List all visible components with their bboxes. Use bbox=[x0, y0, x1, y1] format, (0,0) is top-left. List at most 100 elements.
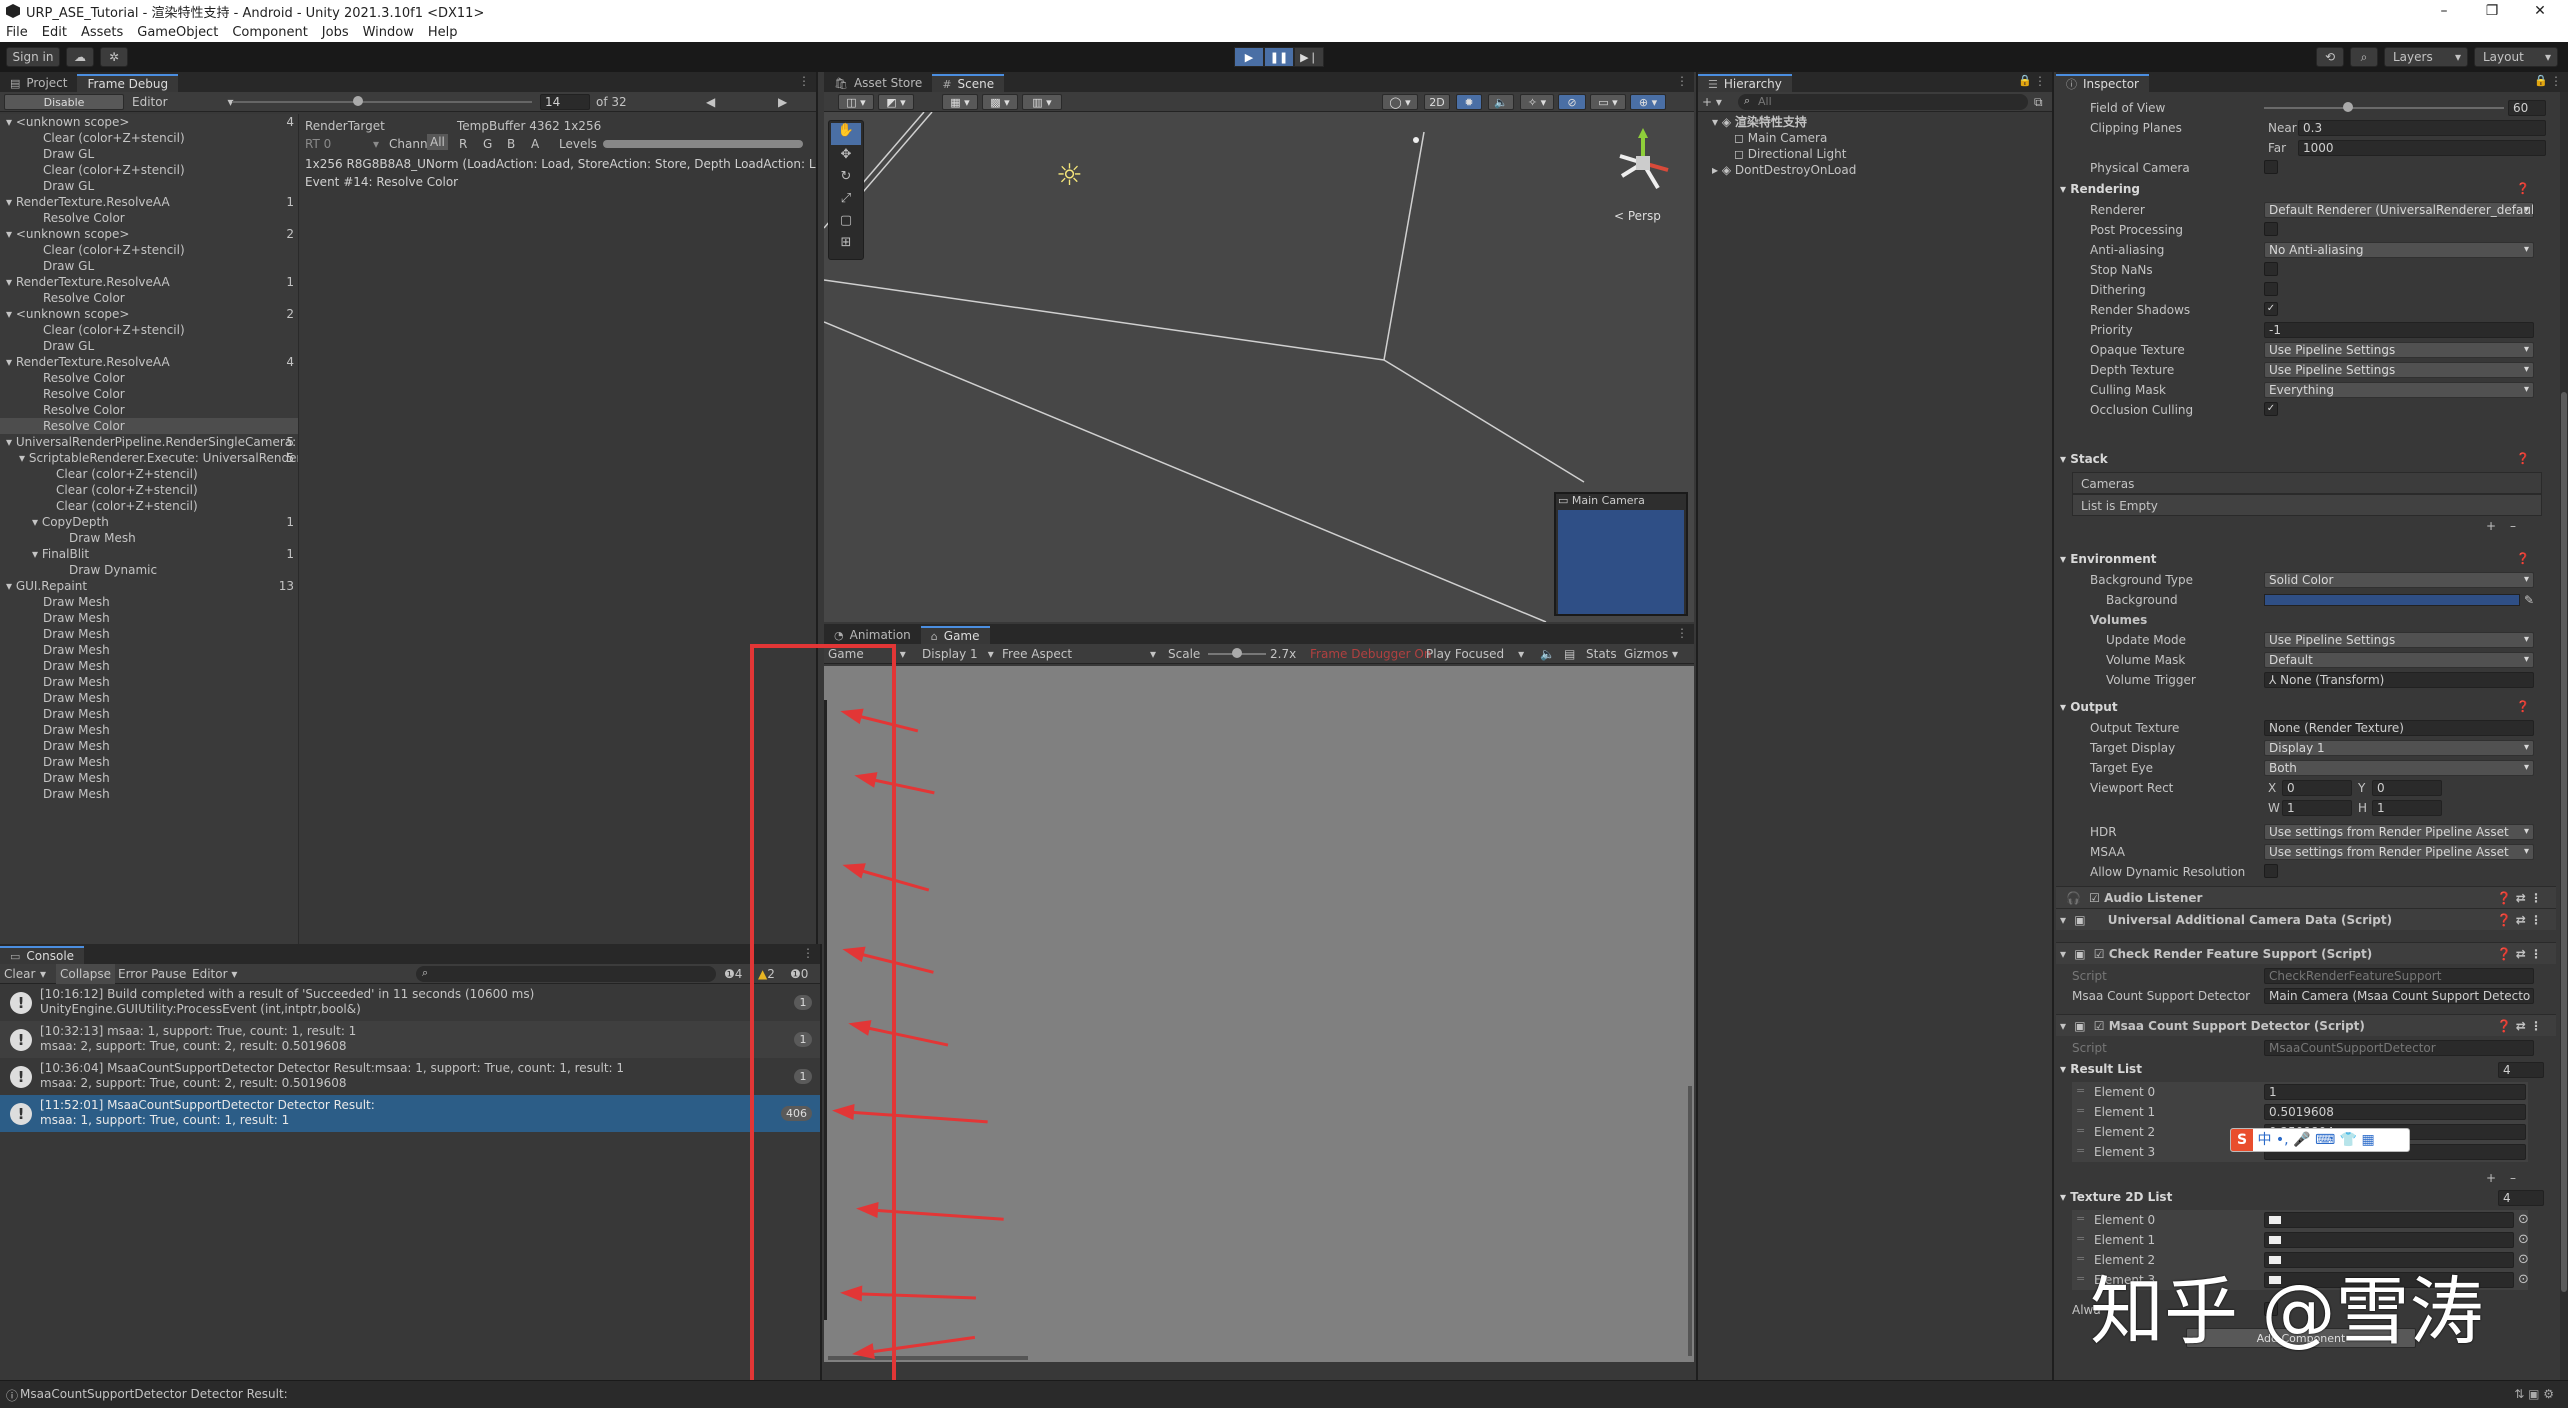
frame-event-row[interactable]: Draw GL bbox=[0, 338, 298, 354]
audio-toggle-icon[interactable]: 🔈 bbox=[1488, 94, 1514, 110]
increment-snap-dropdown[interactable]: ▥ ▾ bbox=[1022, 94, 1062, 110]
rendering-checkbox[interactable]: ✓ bbox=[2264, 402, 2278, 416]
msaa-detector-component[interactable]: ▾ ▣ ☑ Msaa Count Support Detector (Scrip… bbox=[2056, 1014, 2556, 1036]
fov-slider-thumb[interactable] bbox=[2343, 102, 2353, 112]
menu-component[interactable]: Component bbox=[232, 25, 307, 40]
help-icon[interactable]: ❓ bbox=[2516, 452, 2530, 465]
frame-event-row[interactable]: Clear (color+Z+stencil) bbox=[0, 242, 298, 258]
rotate-tool-icon[interactable]: ↻ bbox=[829, 169, 863, 191]
component-enabled-checkbox[interactable]: ☑ bbox=[2094, 1019, 2105, 1033]
persp-label[interactable]: < Persp bbox=[1614, 208, 1661, 224]
hand-tool-icon[interactable]: ✋ bbox=[831, 123, 861, 145]
dynamic-resolution-checkbox[interactable] bbox=[2264, 864, 2278, 878]
panel-menu-icon[interactable]: ⋮ bbox=[1676, 74, 1688, 88]
urp-camera-data-component[interactable]: ▾ ▣ Universal Additional Camera Data (Sc… bbox=[2056, 908, 2556, 930]
menu-window[interactable]: Window bbox=[363, 25, 414, 40]
rendering-checkbox[interactable]: ✓ bbox=[2264, 302, 2278, 316]
chevron-down-icon[interactable]: ▾ bbox=[2060, 182, 2070, 196]
frame-event-row[interactable]: Draw Mesh bbox=[0, 738, 298, 754]
chevron-down-icon[interactable]: ▾ bbox=[2060, 913, 2066, 927]
frame-event-row[interactable]: Draw Mesh bbox=[0, 674, 298, 690]
frame-slider-thumb[interactable] bbox=[353, 96, 363, 106]
update-mode-dropdown[interactable]: Use Pipeline Settings bbox=[2264, 632, 2534, 648]
chevron-down-icon[interactable]: ▾ bbox=[2060, 1190, 2070, 1204]
rendering-checkbox[interactable] bbox=[2264, 262, 2278, 276]
inspector-scrollbar[interactable] bbox=[2560, 92, 2568, 1380]
step-button[interactable]: ▶❘ bbox=[1294, 47, 1324, 67]
frame-event-row[interactable]: Draw GL bbox=[0, 258, 298, 274]
frame-event-row[interactable]: Resolve Color bbox=[0, 386, 298, 402]
menu-help[interactable]: Help bbox=[428, 25, 458, 40]
target-display-dropdown[interactable]: Display 1 bbox=[2264, 740, 2534, 756]
rt-dropdown[interactable]: RT 0 bbox=[305, 136, 331, 152]
create-dropdown[interactable]: + ▾ bbox=[1702, 94, 1722, 110]
sogou-ime-icon[interactable]: S bbox=[2231, 1129, 2253, 1151]
scene-visibility-icon[interactable]: ⧉ bbox=[2034, 94, 2043, 110]
chevron-down-icon[interactable]: ▾ bbox=[2060, 452, 2070, 466]
frame-event-row[interactable]: Resolve Color bbox=[0, 290, 298, 306]
background-color-field[interactable] bbox=[2264, 594, 2520, 606]
hierarchy-item[interactable]: ▾ ◈ 渲染特性支持 bbox=[1712, 114, 1807, 130]
drag-handle-icon[interactable]: = bbox=[2076, 1272, 2085, 1285]
frame-event-row[interactable]: ▾ CopyDepth 1 bbox=[0, 514, 298, 530]
component-menu-icon[interactable]: ❓ ⇄ ⋮ bbox=[2497, 1015, 2542, 1037]
frame-event-row[interactable]: Draw Mesh bbox=[0, 626, 298, 642]
channel-all-button[interactable]: All bbox=[427, 134, 448, 150]
aspect-dropdown[interactable]: Free Aspect ▾ bbox=[1002, 646, 1156, 662]
hierarchy-item[interactable]: ◻ Main Camera bbox=[1734, 130, 1827, 146]
levels-slider[interactable] bbox=[603, 140, 803, 148]
tab-frame-debug[interactable]: Frame Debug bbox=[77, 74, 179, 92]
drag-handle-icon[interactable]: = bbox=[2076, 1124, 2085, 1137]
transform-tool-icon[interactable]: ⊞ bbox=[829, 235, 863, 257]
hierarchy-item[interactable]: ◻ Directional Light bbox=[1734, 146, 1846, 162]
menu-gameobject[interactable]: GameObject bbox=[137, 25, 218, 40]
effects-dropdown[interactable]: ✧ ▾ bbox=[1520, 94, 1554, 110]
drag-handle-icon[interactable]: = bbox=[2076, 1232, 2085, 1245]
next-frame-icon[interactable]: ▶ bbox=[778, 94, 787, 110]
frame-slider-track[interactable] bbox=[232, 101, 532, 103]
maximize-button[interactable]: ❐ bbox=[2468, 0, 2516, 22]
layout-dropdown[interactable]: Layout ▾ bbox=[2474, 47, 2558, 67]
frame-event-row[interactable]: Draw GL bbox=[0, 146, 298, 162]
texture-object-field[interactable] bbox=[2264, 1232, 2514, 1248]
layers-dropdown[interactable]: Layers ▾ bbox=[2384, 47, 2468, 67]
hdr-dropdown[interactable]: Use settings from Render Pipeline Asset bbox=[2264, 824, 2534, 840]
console-log-row[interactable]: ! [11:52:01] MsaaCountSupportDetector Det… bbox=[0, 1095, 820, 1132]
msaa-dropdown[interactable]: Use settings from Render Pipeline Asset bbox=[2264, 844, 2534, 860]
frame-event-row[interactable]: Draw Mesh bbox=[0, 754, 298, 770]
minimize-button[interactable]: – bbox=[2420, 0, 2468, 22]
eyedropper-icon[interactable]: ✎ bbox=[2524, 592, 2534, 608]
tab-console[interactable]: ▭ Console bbox=[0, 946, 85, 964]
error-pause-button[interactable]: Error Pause bbox=[118, 966, 186, 982]
vp-y-field[interactable]: 0 bbox=[2372, 780, 2442, 796]
fov-value[interactable]: 60 bbox=[2508, 100, 2546, 116]
drag-handle-icon[interactable]: = bbox=[2076, 1212, 2085, 1225]
panel-menu-icon[interactable]: ⋮ bbox=[1676, 626, 1688, 640]
texture-object-field[interactable] bbox=[2264, 1212, 2514, 1228]
frame-event-row[interactable]: Draw Mesh bbox=[0, 722, 298, 738]
frame-event-row[interactable]: Clear (color+Z+stencil) bbox=[0, 322, 298, 338]
stats-button[interactable]: Stats bbox=[1586, 646, 1617, 662]
search-icon[interactable]: ⌕ bbox=[2350, 47, 2378, 67]
help-icon[interactable]: ❓ bbox=[2516, 552, 2530, 565]
clear-button[interactable]: Clear bbox=[4, 966, 35, 982]
tab-inspector[interactable]: ⓘ Inspector bbox=[2056, 74, 2149, 92]
frame-event-row[interactable]: Draw Mesh bbox=[0, 658, 298, 674]
chevron-down-icon[interactable]: ▾ bbox=[2060, 700, 2070, 714]
draw-mode-dropdown[interactable]: ◫ ▾ bbox=[838, 94, 874, 110]
tab-asset-store[interactable]: 🛍 Asset Store bbox=[824, 74, 933, 92]
frame-event-row[interactable]: Draw Mesh bbox=[0, 706, 298, 722]
frame-event-row[interactable]: Clear (color+Z+stencil) bbox=[0, 466, 298, 482]
frame-event-row[interactable]: ▾ UniversalRenderPipeline.RenderSingleCa… bbox=[0, 434, 304, 450]
msaa-detector-field[interactable]: Main Camera (Msaa Count Support Detecto bbox=[2264, 988, 2534, 1004]
inspector-scroll-thumb[interactable] bbox=[2561, 392, 2567, 1292]
drag-handle-icon[interactable]: = bbox=[2076, 1084, 2085, 1097]
rect-tool-icon[interactable]: ▢ bbox=[829, 213, 863, 235]
background-type-dropdown[interactable]: Solid Color bbox=[2264, 572, 2534, 588]
lighting-toggle-icon[interactable]: ✹ bbox=[1456, 94, 1482, 110]
move-tool-icon[interactable]: ✥ bbox=[829, 147, 863, 169]
drag-handle-icon[interactable]: = bbox=[2076, 1252, 2085, 1265]
check-render-feature-component[interactable]: ▾ ▣ ☑ Check Render Feature Support (Scri… bbox=[2056, 942, 2556, 964]
drag-handle-icon[interactable]: = bbox=[2076, 1144, 2085, 1157]
menu-jobs[interactable]: Jobs bbox=[322, 25, 349, 40]
